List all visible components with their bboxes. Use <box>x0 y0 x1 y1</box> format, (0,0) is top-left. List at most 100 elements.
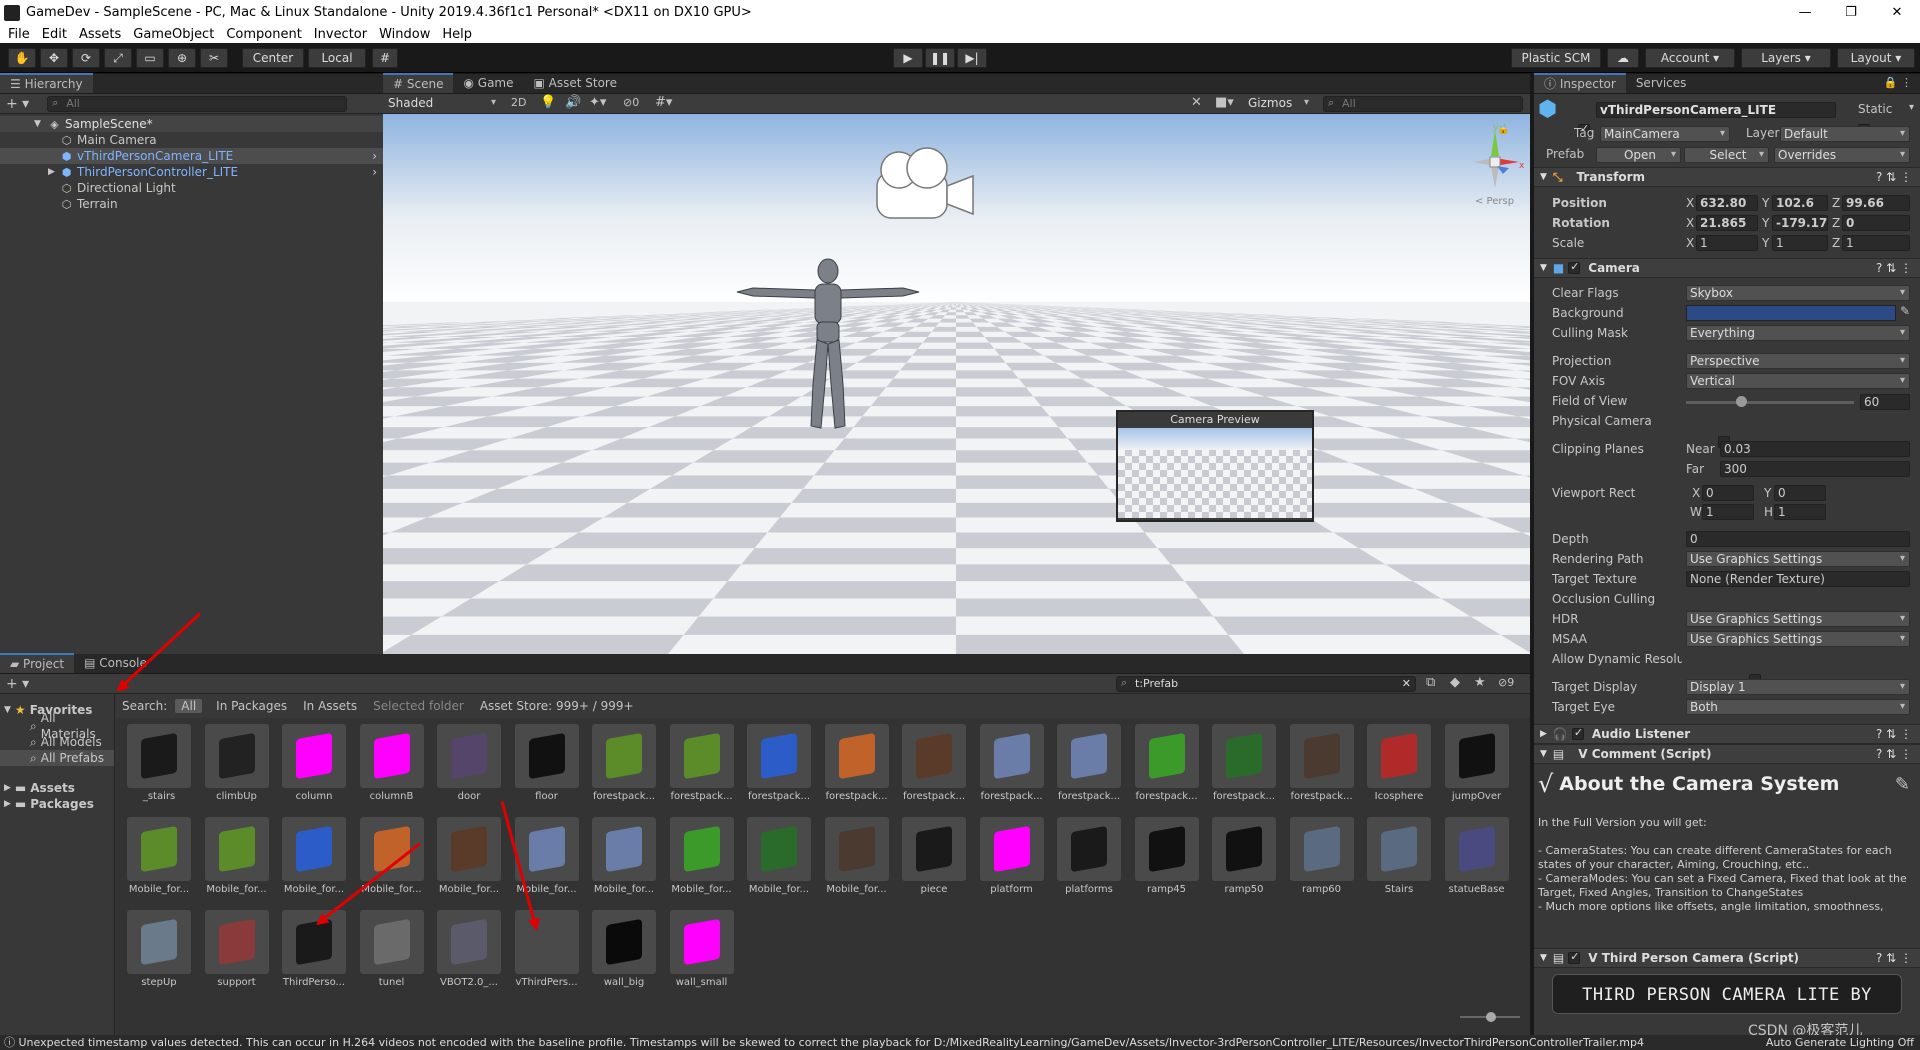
hidden-packages-icon[interactable]: ⊘9 <box>1498 676 1514 689</box>
layer-dropdown[interactable]: Default <box>1780 126 1910 142</box>
filter-type-icon[interactable]: ⧉ <box>1426 675 1435 690</box>
tag-dropdown[interactable]: MainCamera <box>1600 126 1730 142</box>
favorite-all-prefabs[interactable]: ⌕ All Prefabs <box>0 750 114 766</box>
pause-button[interactable]: ❚❚ <box>925 48 955 68</box>
audio-listener-checkbox[interactable] <box>1571 726 1584 740</box>
fov-axis-dropdown[interactable]: Vertical <box>1686 373 1910 389</box>
audio-toggle-icon[interactable]: 🔊 <box>565 95 581 110</box>
status-message[interactable]: Unexpected timestamp values detected. Th… <box>19 1036 1644 1049</box>
asset-item[interactable]: Mobile_for... <box>818 817 896 907</box>
lock-icon[interactable]: 🔒 ⋮ <box>1884 76 1912 89</box>
asset-item[interactable]: statueBase <box>1438 817 1516 907</box>
asset-item[interactable]: Mobile_for... <box>585 817 663 907</box>
scope-asset-store[interactable]: Asset Store: 999+ / 999+ <box>480 699 634 713</box>
rotation-y-input[interactable]: -179.17 <box>1772 215 1828 231</box>
asset-item[interactable]: support <box>198 910 276 1000</box>
asset-item[interactable]: door <box>430 724 508 814</box>
projection-dropdown[interactable]: Perspective <box>1686 353 1910 369</box>
asset-item[interactable]: piece <box>895 817 973 907</box>
chevron-right-icon[interactable]: › <box>372 164 377 180</box>
hierarchy-item-terrain[interactable]: ⬡ Terrain <box>0 196 383 212</box>
expand-arrow-icon[interactable]: ▶ <box>4 796 11 812</box>
asset-item[interactable]: forestpack... <box>740 724 818 814</box>
asset-item[interactable]: ramp60 <box>1283 817 1361 907</box>
prefab-overrides-dropdown[interactable]: Overrides <box>1774 147 1910 163</box>
packages-root-row[interactable]: ▶ ▬ Packages <box>0 796 114 812</box>
fold-arrow-icon[interactable]: ▼ <box>1540 263 1547 273</box>
tab-services[interactable]: Services <box>1626 73 1697 93</box>
account-dropdown[interactable]: Account ▾ <box>1645 48 1735 68</box>
hierarchy-item-directional-light[interactable]: ⬡ Directional Light <box>0 180 383 196</box>
scope-all[interactable]: All <box>175 699 203 713</box>
lock-icon[interactable]: 🔒 <box>1497 124 1509 135</box>
menu-gameobject[interactable]: GameObject <box>133 27 214 42</box>
prefab-select-button[interactable]: Select <box>1684 147 1769 163</box>
asset-item[interactable]: Icosphere <box>1360 724 1438 814</box>
effects-toggle-icon[interactable]: ✦▾ <box>589 95 606 110</box>
component-menu-icon[interactable]: ? ⇅ ⋮ <box>1876 727 1912 741</box>
character-model[interactable] <box>733 254 923 438</box>
comment-script-header[interactable]: ▼ ▤ V Comment (Script) ? ⇅ ⋮ <box>1534 744 1920 764</box>
camera-header[interactable]: ▼ ■ Camera ? ⇅ ⋮ <box>1534 258 1920 278</box>
asset-item[interactable]: Mobile_for... <box>430 817 508 907</box>
viewport-h-input[interactable]: 1 <box>1774 504 1826 520</box>
add-object-button[interactable]: + ▾ <box>6 96 29 112</box>
transform-tool-icon[interactable]: ⊕ <box>168 48 196 68</box>
fov-slider-handle[interactable] <box>1736 396 1748 407</box>
scene-viewport[interactable]: yx < Persp 🔒 Camera Preview <box>383 114 1530 654</box>
hierarchy-item-vthirdpersoncamera[interactable]: ⬢ vThirdPersonCamera_LITE › <box>0 148 383 164</box>
menu-component[interactable]: Component <box>226 27 301 42</box>
tpc-script-checkbox[interactable] <box>1568 950 1581 964</box>
tools-icon[interactable]: ✕ <box>1191 95 1202 110</box>
target-eye-dropdown[interactable]: Both <box>1686 699 1910 715</box>
asset-item[interactable]: forestpack... <box>585 724 663 814</box>
background-color-swatch[interactable] <box>1686 305 1896 321</box>
scale-x-input[interactable]: 1 <box>1696 235 1758 251</box>
asset-item[interactable]: vThirdPers... <box>508 910 586 1000</box>
pivot-center-button[interactable]: Center <box>242 48 304 68</box>
tab-hierarchy[interactable]: ☰ Hierarchy <box>0 73 93 93</box>
viewport-y-input[interactable]: 0 <box>1774 485 1826 501</box>
static-dropdown-icon[interactable]: ▾ <box>1909 102 1914 113</box>
menu-window[interactable]: Window <box>379 27 430 42</box>
cloud-icon[interactable]: ☁ <box>1607 48 1639 68</box>
asset-item[interactable]: VBOT2.0_... <box>430 910 508 1000</box>
camera-gizmo-icon[interactable] <box>873 144 983 228</box>
expand-arrow-icon[interactable]: ▶ <box>48 164 55 180</box>
component-menu-icon[interactable]: ? ⇅ ⋮ <box>1876 170 1912 184</box>
expand-arrow-icon[interactable]: ▶ <box>4 780 11 796</box>
lighting-toggle-icon[interactable]: 💡 <box>540 95 556 110</box>
menu-file[interactable]: File <box>8 27 30 42</box>
asset-item[interactable]: Mobile_for... <box>663 817 741 907</box>
grid-snap-icon[interactable]: # <box>372 48 398 68</box>
hierarchy-item-thirdpersoncontroller[interactable]: ▶ ⬢ ThirdPersonController_LITE › <box>0 164 383 180</box>
asset-item[interactable]: wall_small <box>663 910 741 1000</box>
position-x-input[interactable]: 632.80 <box>1696 195 1758 211</box>
hdr-dropdown[interactable]: Use Graphics Settings <box>1686 611 1910 627</box>
fold-arrow-icon[interactable]: ▼ <box>1540 953 1547 963</box>
scene-search-input[interactable]: All <box>1323 96 1523 112</box>
tab-project[interactable]: ▰ Project <box>0 653 75 673</box>
layout-dropdown[interactable]: Layout ▾ <box>1837 48 1915 68</box>
camera-settings-icon[interactable]: ■▾ <box>1215 95 1234 110</box>
scale-z-input[interactable]: 1 <box>1842 235 1910 251</box>
asset-item[interactable]: stepUp <box>120 910 198 1000</box>
asset-item[interactable]: Mobile_for... <box>740 817 818 907</box>
favorite-all-materials[interactable]: ⌕ All Materials <box>0 711 114 741</box>
hierarchy-search-input[interactable]: All <box>47 95 348 112</box>
asset-item[interactable]: Mobile_for... <box>120 817 198 907</box>
edit-icon[interactable]: ✎ <box>1895 774 1910 795</box>
project-search-input[interactable]: t:Prefab ✕ <box>1116 676 1416 692</box>
assets-root-row[interactable]: ▶ ▬ Assets <box>0 780 114 796</box>
minimize-button[interactable]: — <box>1782 0 1828 25</box>
asset-item[interactable]: Mobile_for... <box>353 817 431 907</box>
asset-item[interactable]: forestpack... <box>973 724 1051 814</box>
pivot-local-button[interactable]: Local <box>308 48 366 68</box>
component-menu-icon[interactable]: ? ⇅ ⋮ <box>1876 261 1912 275</box>
thumbnail-size-handle[interactable] <box>1486 1012 1496 1022</box>
asset-item[interactable]: forestpack... <box>1050 724 1128 814</box>
gizmos-dropdown[interactable]: Gizmos <box>1245 96 1313 112</box>
object-name-input[interactable]: vThirdPersonCamera_LITE <box>1596 102 1836 118</box>
asset-item[interactable]: wall_big <box>585 910 663 1000</box>
menu-invector[interactable]: Invector <box>314 27 367 42</box>
